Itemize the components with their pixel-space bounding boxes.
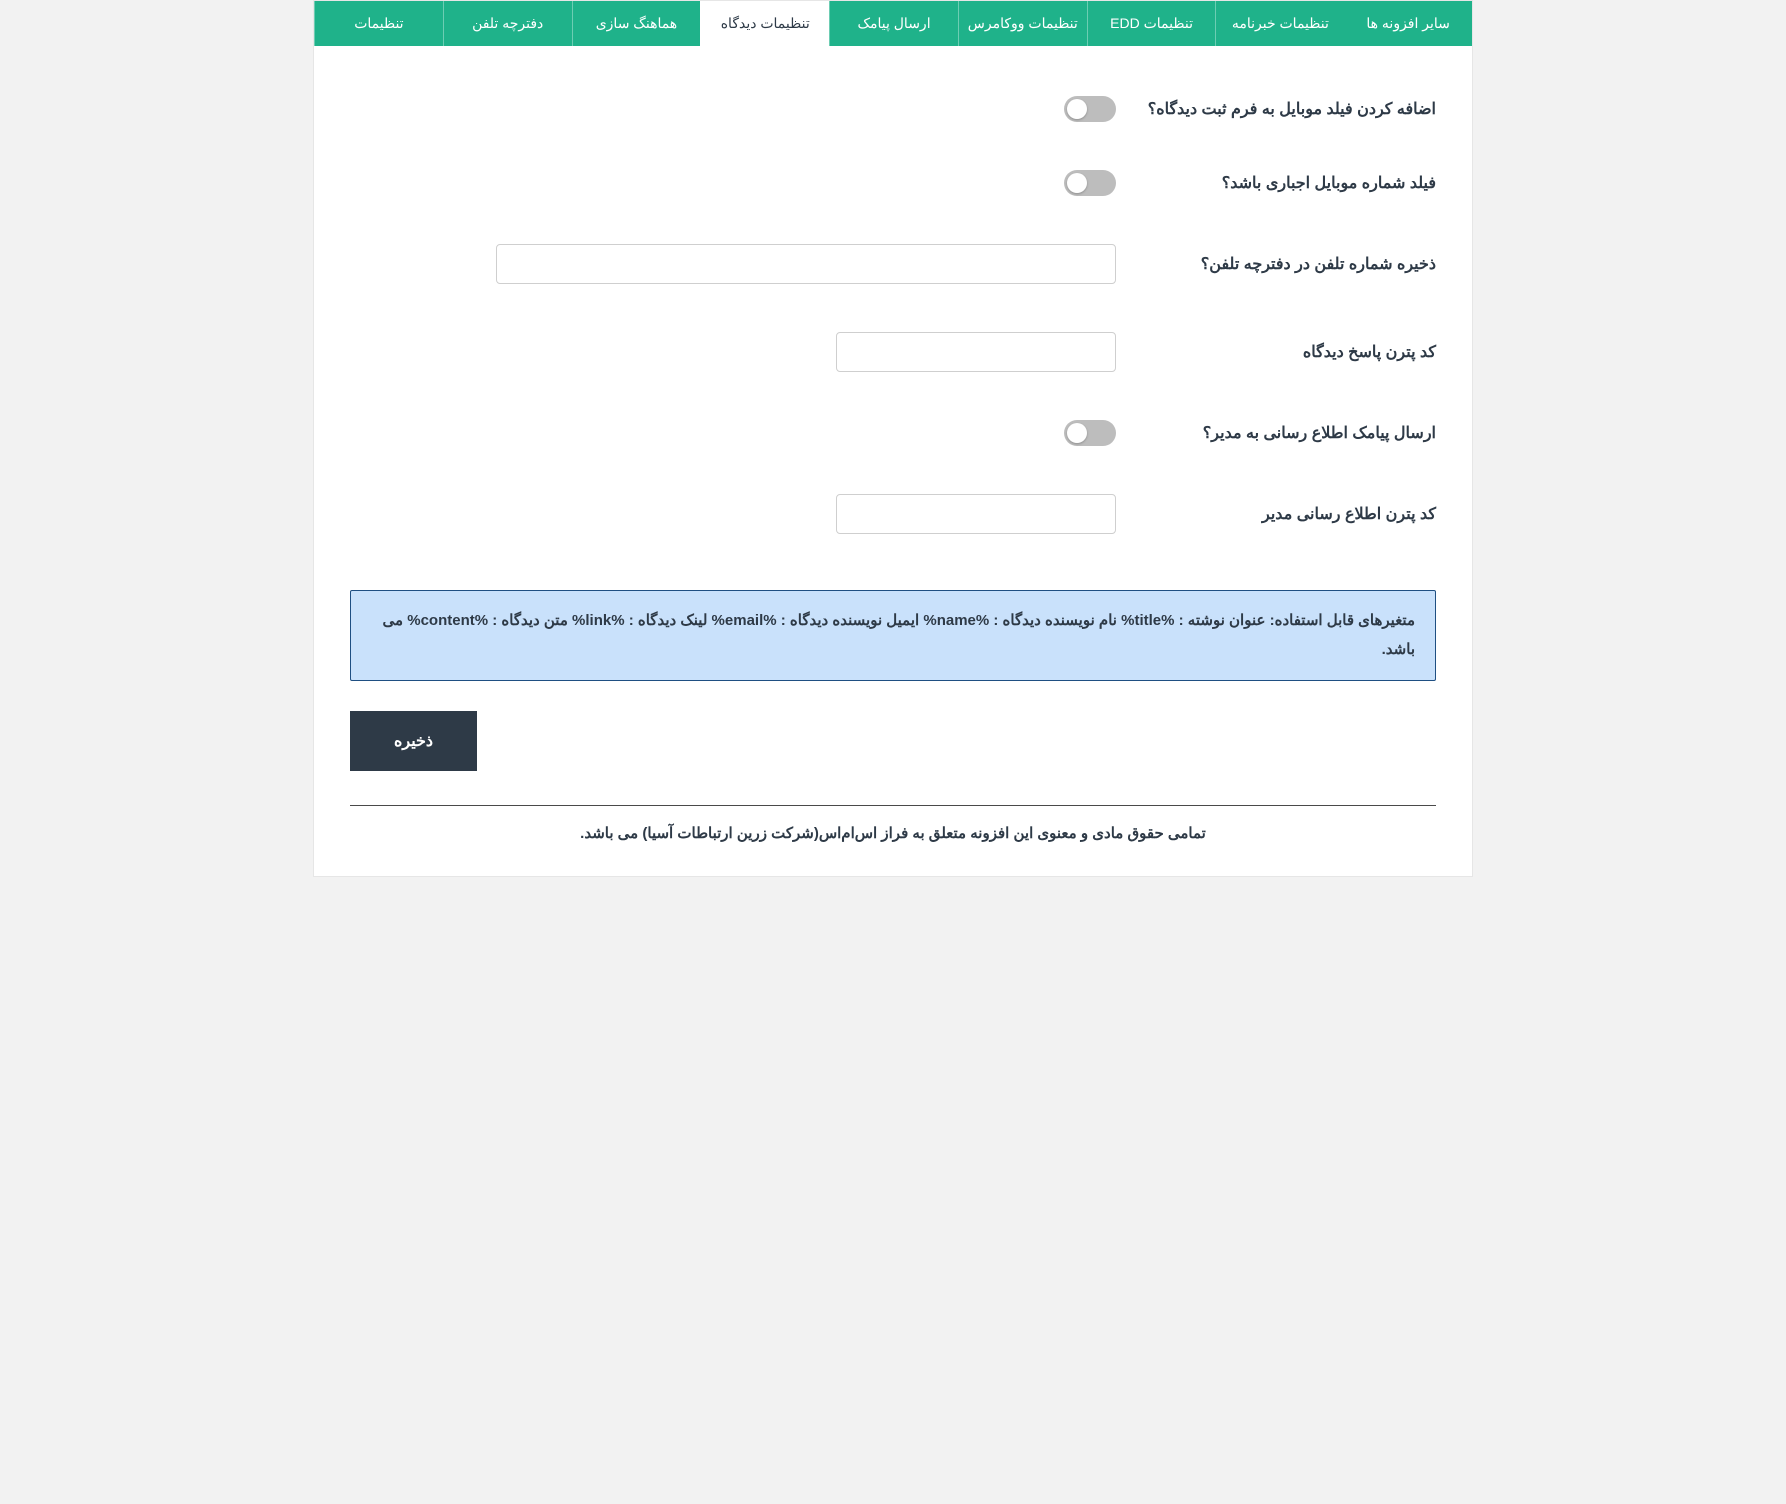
tab-newsletter[interactable]: تنظیمات خبرنامه [1215,1,1344,46]
save-button-wrap: ذخیره [314,711,1472,781]
label-mobile-required: فیلد شماره موبایل اجباری باشد؟ [1116,173,1436,193]
toggle-add-mobile-field[interactable] [1064,96,1116,122]
footer-copyright: تمامی حقوق مادی و معنوی این افزونه متعلق… [314,820,1472,852]
row-reply-pattern: کد پترن پاسخ دیدگاه [350,332,1436,372]
toggle-mobile-required[interactable] [1064,170,1116,196]
tab-send-sms[interactable]: ارسال پیامک [829,1,958,46]
label-add-mobile-field: اضافه کردن فیلد موبایل به فرم ثبت دیدگاه… [1116,99,1436,119]
toggle-notify-admin[interactable] [1064,420,1116,446]
save-button[interactable]: ذخیره [350,711,477,771]
variables-info-box: متغیرهای قابل استفاده: عنوان نوشته : %ti… [350,590,1436,681]
input-admin-pattern[interactable] [836,494,1116,534]
tab-bar: تنظیمات دفترچه تلفن هماهنگ سازی تنظیمات … [314,1,1472,46]
row-add-mobile-field: اضافه کردن فیلد موبایل به فرم ثبت دیدگاه… [350,96,1436,122]
tab-sync[interactable]: هماهنگ سازی [572,1,701,46]
label-save-phonebook: ذخیره شماره تلفن در دفترچه تلفن؟ [1116,254,1436,274]
toggle-knob-icon [1067,173,1087,193]
tab-settings[interactable]: تنظیمات [314,1,443,46]
input-reply-pattern[interactable] [836,332,1116,372]
label-reply-pattern: کد پترن پاسخ دیدگاه [1116,342,1436,362]
tab-edd[interactable]: تنظیمات EDD [1087,1,1216,46]
tab-phonebook[interactable]: دفترچه تلفن [443,1,572,46]
row-save-phonebook: ذخیره شماره تلفن در دفترچه تلفن؟ [350,244,1436,284]
row-notify-admin: ارسال پیامک اطلاع رسانی به مدیر؟ [350,420,1436,446]
footer-separator [350,805,1436,806]
tab-comment-settings[interactable]: تنظیمات دیدگاه [700,1,829,46]
label-admin-pattern: کد پترن اطلاع رسانی مدیر [1116,504,1436,524]
toggle-knob-icon [1067,423,1087,443]
settings-panel: تنظیمات دفترچه تلفن هماهنگ سازی تنظیمات … [313,0,1473,877]
form-area: اضافه کردن فیلد موبایل به فرم ثبت دیدگاه… [314,46,1472,590]
row-mobile-required: فیلد شماره موبایل اجباری باشد؟ [350,170,1436,196]
tab-other-plugins[interactable]: سایر افزونه ها [1344,1,1472,46]
input-save-phonebook[interactable] [496,244,1116,284]
toggle-knob-icon [1067,99,1087,119]
tab-woocommerce[interactable]: تنظیمات ووکامرس [958,1,1087,46]
label-notify-admin: ارسال پیامک اطلاع رسانی به مدیر؟ [1116,423,1436,443]
row-admin-pattern: کد پترن اطلاع رسانی مدیر [350,494,1436,534]
